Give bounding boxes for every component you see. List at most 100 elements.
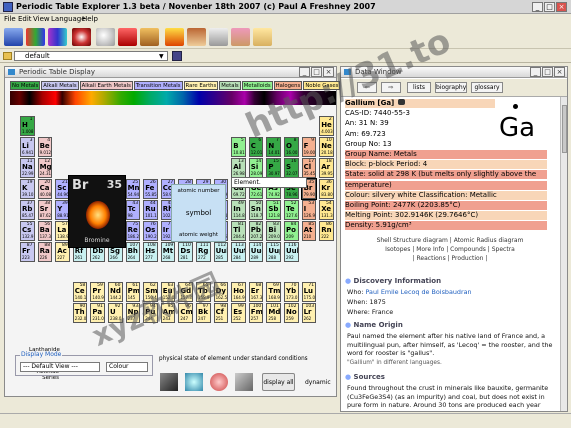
element-be[interactable]: 4 Be 9.012 [37, 137, 53, 157]
element-uuh[interactable]: 116Uuh292 [284, 242, 299, 262]
element-re[interactable]: 75 Re 186.2 [125, 221, 141, 241]
gas-state-icon[interactable] [210, 373, 228, 391]
menu-edit[interactable]: Edit [18, 15, 32, 23]
element-uuq[interactable]: 114Uuq289 [248, 242, 264, 262]
blocks-icon[interactable] [165, 28, 184, 46]
paint-icon[interactable] [187, 28, 206, 46]
element-sn[interactable]: 50 Sn 118.7 [248, 200, 264, 220]
category-alkali-metals[interactable]: Alkali Metals [41, 81, 79, 90]
eye-icon[interactable] [96, 28, 115, 46]
pt-minimize-button[interactable]: _ [299, 67, 310, 77]
element-pr[interactable]: 59 Pr 140.9 [90, 282, 105, 302]
display-all-button[interactable]: display all [262, 373, 295, 391]
element-cs[interactable]: 55 Cs 132.9 [20, 221, 35, 241]
element-sr[interactable]: 38 Sr 87.62 [37, 200, 53, 220]
menu-help[interactable]: Help [82, 15, 98, 23]
category-no-metals[interactable]: No Metals [10, 81, 41, 90]
synthetic-state-icon[interactable] [235, 373, 253, 391]
element-hs[interactable]: 108 Hs 277 [143, 242, 158, 262]
liquid-state-icon[interactable] [185, 373, 203, 391]
element-rn[interactable]: 86 Rn 222 [319, 221, 334, 241]
element-uut[interactable]: 113Uut284 [231, 242, 246, 262]
element-f[interactable]: 9 F 19.00 [301, 137, 317, 157]
element-nd[interactable]: 60 Nd 144.2 [108, 282, 123, 302]
folder-icon[interactable] [3, 52, 12, 60]
dice-icon[interactable] [140, 28, 159, 46]
dropdown-arrow-icon[interactable]: ▼ [159, 53, 164, 60]
element-kr[interactable]: 36 Kr 83.80 [319, 179, 334, 199]
element-er[interactable]: 68 Er 167.3 [248, 282, 264, 302]
element-ra[interactable]: 88 Ra 226 [37, 242, 53, 262]
profile-select[interactable]: default [14, 51, 168, 61]
element-rg[interactable]: 111 Rg 272 [196, 242, 211, 262]
element-pb[interactable]: 82 Pb 207.2 [248, 221, 264, 241]
element-fm[interactable]: 100 Fm 257 [248, 303, 264, 323]
reaction-links[interactable]: | Reactions | Production | [345, 255, 555, 262]
element-bh[interactable]: 107 Bh 264 [125, 242, 141, 262]
atom-icon[interactable] [72, 28, 91, 46]
element-search-field[interactable]: Element. [231, 177, 307, 188]
element-yb[interactable]: 70 Yb 173.0 [284, 282, 299, 302]
element-mg[interactable]: 12 Mg 24.31 [37, 158, 53, 178]
category-transition-metals[interactable]: Transition Metals [133, 81, 183, 90]
menu-language[interactable]: Language [51, 15, 86, 23]
box-icon[interactable] [231, 28, 250, 46]
element-i[interactable]: 53 I 126.9 [301, 200, 317, 220]
solid-state-icon[interactable] [160, 373, 178, 391]
element-bi[interactable]: 83 Bi 209.0 [266, 221, 281, 241]
lists-button[interactable]: lists [407, 82, 431, 93]
element-p[interactable]: 15 P 30.97 [266, 158, 281, 178]
element-fr[interactable]: 87 Fr 223 [20, 242, 35, 262]
element-tl[interactable]: 81 Tl 204.4 [231, 221, 246, 241]
category-metals[interactable]: Metals [219, 81, 241, 90]
element-at[interactable]: 85 At 210 [301, 221, 317, 241]
category-metalloids[interactable]: Metalloids [241, 81, 273, 90]
dw-close-button[interactable]: × [554, 67, 565, 77]
element-os[interactable]: 76 Os 190.2 [143, 221, 158, 241]
element-no[interactable]: 102 No 259 [284, 303, 299, 323]
element-ar[interactable]: 18 Ar 39.95 [319, 158, 334, 178]
book-icon[interactable] [253, 28, 272, 46]
element-li[interactable]: 3 Li 6.941 [20, 137, 35, 157]
element-si[interactable]: 14 Si 28.09 [248, 158, 264, 178]
data-scrollbar[interactable] [560, 97, 567, 411]
colour-select[interactable]: Colour [106, 362, 148, 372]
scroll-thumb[interactable] [562, 105, 567, 153]
element-tc[interactable]: 43 Tc 98 [125, 200, 141, 220]
element-md[interactable]: 101 Md 258 [266, 303, 281, 323]
diagram-links[interactable]: Shell Structure diagram | Atomic Radius … [345, 237, 555, 244]
dw-minimize-button[interactable]: _ [530, 67, 541, 77]
element-ds[interactable]: 110 Ds 281 [178, 242, 193, 262]
minimize-button[interactable]: _ [532, 2, 543, 12]
display-mode-select[interactable]: --- Default View --- [20, 362, 100, 372]
maximize-button[interactable]: □ [544, 2, 555, 12]
element-mn[interactable]: 25 Mn 54.94 [125, 179, 141, 199]
element-uub[interactable]: 112Uub285 [213, 242, 229, 262]
element-ce[interactable]: 58 Ce 140.1 [72, 282, 88, 302]
element-cl[interactable]: 17 Cl 35.45 [301, 158, 317, 178]
element-uup[interactable]: 115Uup288 [266, 242, 281, 262]
element-es[interactable]: 99 Es 252 [231, 303, 246, 323]
menu-file[interactable]: File [4, 15, 16, 23]
element-o[interactable]: 8 O 16.00 [284, 137, 299, 157]
periodic-table-icon[interactable] [4, 28, 23, 46]
discoverer-link[interactable]: Paul Emile Lecoq de Boisbaudran [365, 288, 471, 296]
element-k[interactable]: 19 K 39.10 [20, 179, 35, 199]
flask-icon[interactable] [118, 28, 137, 46]
bar-chart-icon[interactable] [26, 28, 45, 46]
element-al[interactable]: 13 Al 26.98 [231, 158, 246, 178]
category-alkali-earth-metals[interactable]: Alkali Earth Metals [79, 81, 133, 90]
element-tm[interactable]: 69 Tm 168.9 [266, 282, 281, 302]
menu-view[interactable]: View [33, 15, 50, 23]
element-po[interactable]: 84 Po 209 [284, 221, 299, 241]
element-xe[interactable]: 54 Xe 131.3 [319, 200, 334, 220]
element-ho[interactable]: 67 Ho 164.9 [231, 282, 246, 302]
graph-icon[interactable] [48, 28, 67, 46]
element-te[interactable]: 52 Te 127.6 [284, 200, 299, 220]
close-button[interactable]: × [556, 2, 567, 12]
glossary-button[interactable]: glossary [471, 82, 503, 93]
element-cf[interactable]: 98 Cf 251 [213, 303, 229, 323]
element-mt[interactable]: 109 Mt 268 [160, 242, 176, 262]
biography-button[interactable]: biography [435, 82, 467, 93]
element-ca[interactable]: 20 Ca 40.08 [37, 179, 53, 199]
